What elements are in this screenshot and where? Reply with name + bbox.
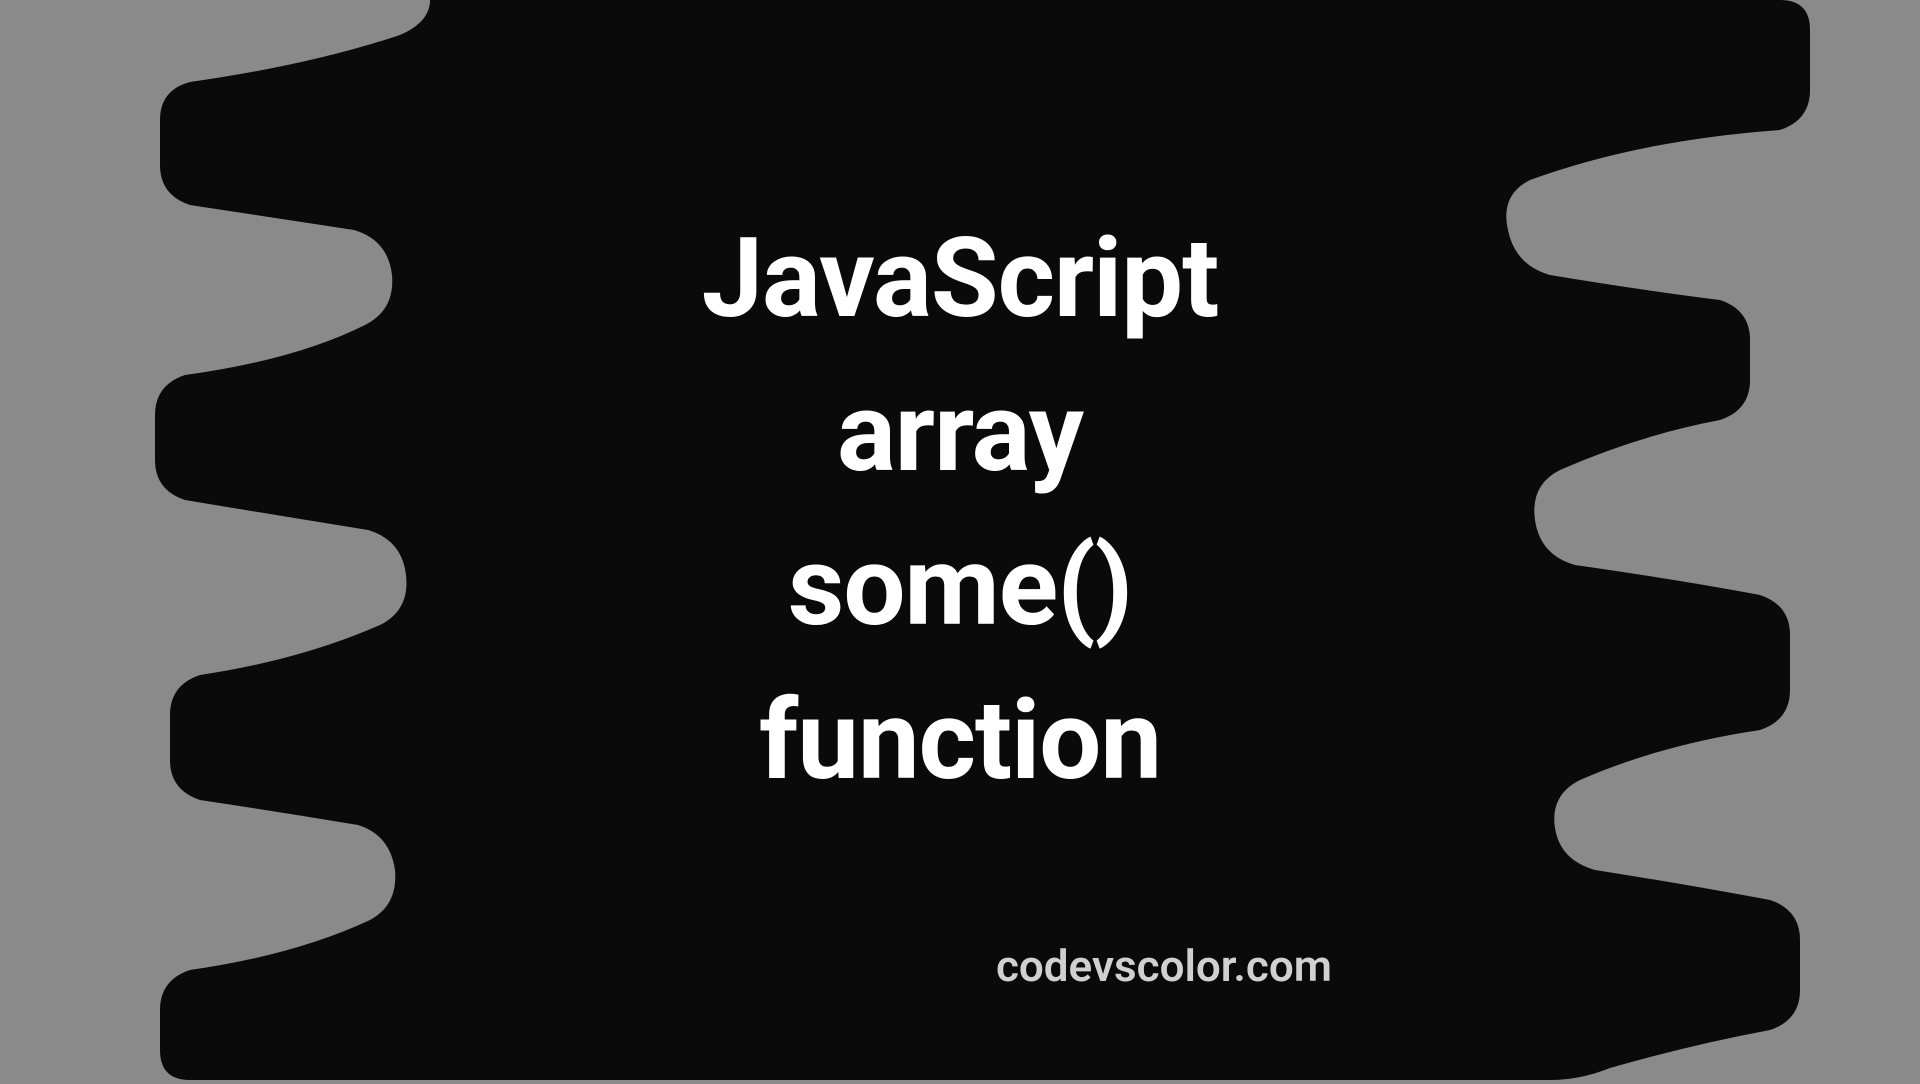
content-area: JavaScript array some() function <box>0 0 1920 1080</box>
title-line-3: some() <box>702 510 1219 664</box>
main-title: JavaScript array some() function <box>702 202 1219 818</box>
title-line-1: JavaScript <box>702 202 1219 356</box>
footer-text: codevscolor.com <box>996 940 1332 992</box>
title-line-2: array <box>702 356 1219 510</box>
title-line-4: function <box>702 664 1219 818</box>
